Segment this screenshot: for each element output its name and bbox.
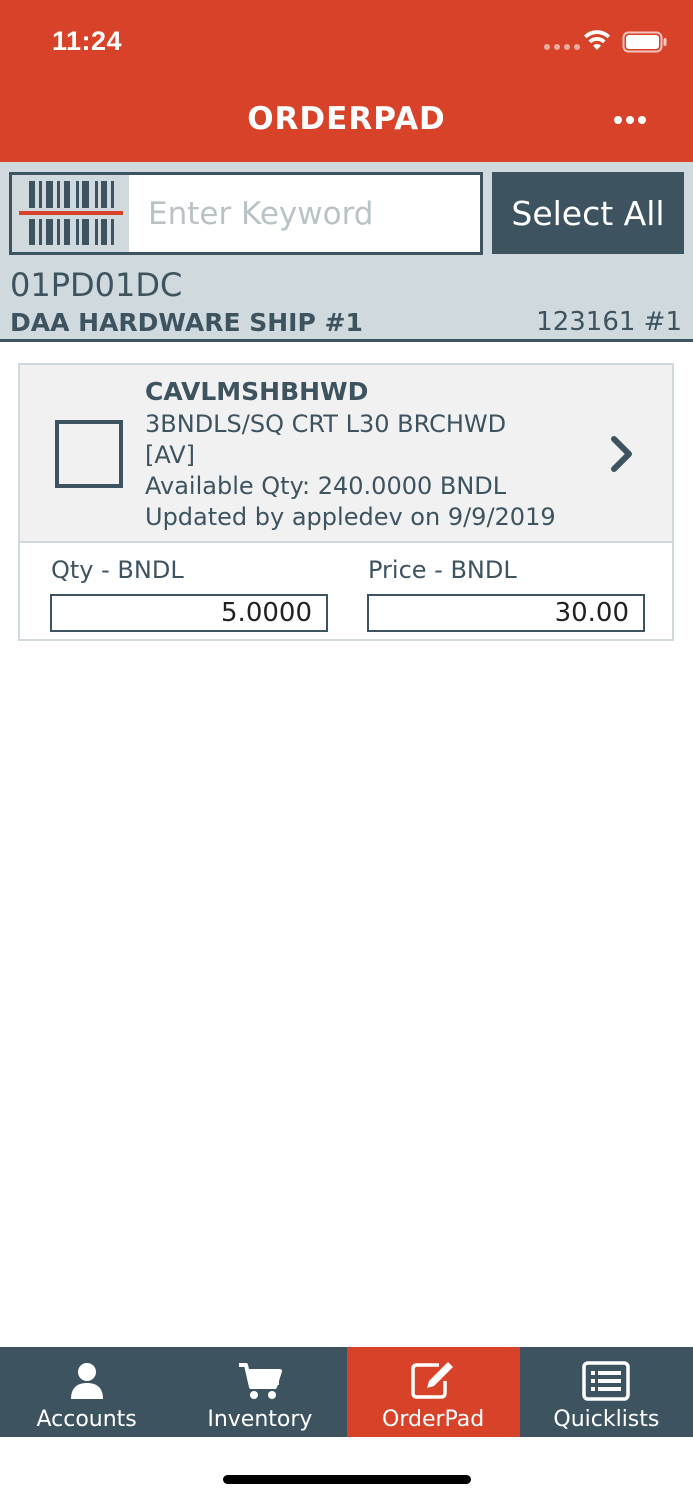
item-select-checkbox[interactable] xyxy=(55,420,123,488)
tab-orderpad[interactable]: OrderPad xyxy=(346,1347,520,1437)
tab-label: Accounts xyxy=(36,1407,137,1432)
status-time: 11:24 xyxy=(52,26,123,56)
price-label: Price - BNDL xyxy=(368,556,517,584)
item-description: 3BNDLS/SQ CRT L30 BRCHWD xyxy=(145,410,507,438)
qty-label: Qty - BNDL xyxy=(51,556,184,584)
edit-pencil-icon xyxy=(411,1362,454,1399)
qty-field[interactable] xyxy=(50,594,328,632)
home-indicator xyxy=(223,1475,471,1484)
wifi-icon xyxy=(584,30,610,50)
page-title: ORDERPAD xyxy=(247,101,446,137)
item-description-tag: [AV] xyxy=(145,441,196,469)
cellular-signal-icon xyxy=(544,44,580,50)
barcode-scan-button[interactable] xyxy=(12,175,129,252)
more-horizontal-icon[interactable] xyxy=(614,116,646,124)
tab-accounts[interactable]: Accounts xyxy=(0,1347,173,1437)
account-name: DAA HARDWARE SHIP #1 xyxy=(10,308,363,337)
item-code: CAVLMSHBHWD xyxy=(145,377,369,406)
tab-inventory[interactable]: Inventory xyxy=(173,1347,346,1437)
account-code: 01PD01DC xyxy=(10,266,183,304)
search-box xyxy=(9,172,483,255)
select-all-button[interactable]: Select All xyxy=(492,172,684,254)
list-item: CAVLMSHBHWD 3BNDLS/SQ CRT L30 BRCHWD [AV… xyxy=(18,363,674,641)
app-header: 11:24 ORDERPAD xyxy=(0,0,693,162)
item-updated-by: Updated by appledev on 9/9/2019 xyxy=(145,503,556,531)
item-details-row[interactable]: CAVLMSHBHWD 3BNDLS/SQ CRT L30 BRCHWD [AV… xyxy=(20,365,672,543)
tab-bar: Accounts Inventory OrderPad Quicklists xyxy=(0,1347,693,1437)
tab-quicklists[interactable]: Quicklists xyxy=(520,1347,693,1437)
search-input[interactable] xyxy=(132,175,480,252)
chevron-right-icon[interactable] xyxy=(610,435,634,473)
item-available-qty: Available Qty: 240.0000 BNDL xyxy=(145,472,507,500)
price-field[interactable] xyxy=(367,594,645,632)
barcode-scan-icon xyxy=(19,181,123,245)
cart-icon xyxy=(238,1363,282,1399)
tab-label: Quicklists xyxy=(553,1407,660,1432)
list-icon xyxy=(582,1361,631,1401)
tab-label: Inventory xyxy=(207,1407,313,1432)
person-icon xyxy=(70,1363,103,1399)
tab-label: OrderPad xyxy=(382,1407,485,1432)
battery-icon xyxy=(622,31,667,53)
search-panel: Select All 01PD01DC DAA HARDWARE SHIP #1… xyxy=(0,162,693,342)
account-number: 123161 #1 xyxy=(536,307,682,337)
